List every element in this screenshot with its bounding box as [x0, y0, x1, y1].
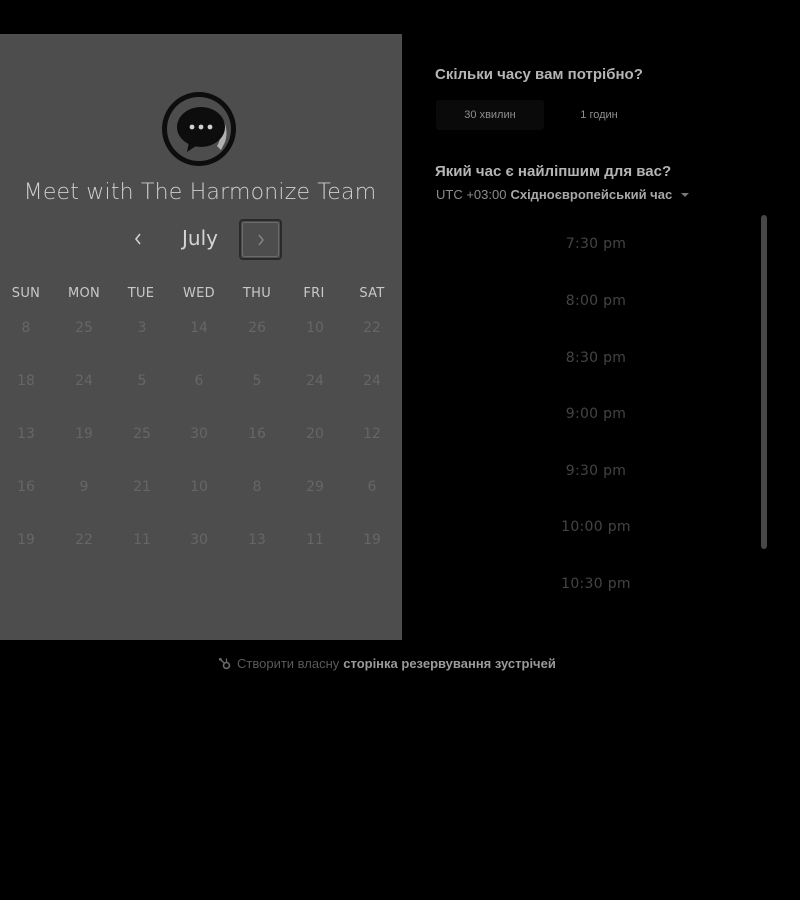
- calendar-day: 25: [75, 320, 93, 336]
- calendar-day: 13: [248, 532, 266, 548]
- calendar-day: 8: [252, 479, 262, 495]
- calendar-day: 11: [306, 532, 324, 548]
- calendar-day: 19: [75, 426, 93, 442]
- calendar-day: 10: [306, 320, 324, 336]
- duration-option-30min[interactable]: 30 хвилин: [436, 100, 544, 130]
- weekday-tue: TUE: [127, 286, 155, 301]
- duration-option-1hour[interactable]: 1 годин: [548, 100, 650, 130]
- meeting-title: Meet with The Harmonize Team: [23, 180, 377, 205]
- time-slot[interactable]: 7:30 pm: [435, 225, 757, 263]
- time-heading: Який час є найліпшим для вас?: [435, 163, 672, 180]
- calendar-panel: Meet with The Harmonize Team July SUN MO…: [0, 34, 402, 640]
- footer-text: Створити власну: [237, 656, 340, 671]
- caret-down-icon: [681, 192, 690, 197]
- calendar-day: 24: [363, 373, 381, 389]
- calendar-day: 24: [75, 373, 93, 389]
- calendar-day: 14: [190, 320, 208, 336]
- time-slot[interactable]: 8:30 pm: [435, 339, 757, 377]
- calendar-day: 13: [17, 426, 35, 442]
- calendar-day: 16: [248, 426, 266, 442]
- previous-month-button[interactable]: [124, 224, 152, 254]
- calendar-day: 21: [133, 479, 151, 495]
- calendar-day: 26: [248, 320, 266, 336]
- weekday-sat: SAT: [359, 286, 385, 301]
- calendar-day: 16: [17, 479, 35, 495]
- calendar-day: 29: [306, 479, 324, 495]
- time-slot[interactable]: 8:00 pm: [435, 282, 757, 320]
- weekday-wed: WED: [183, 286, 215, 301]
- calendar-day: 19: [17, 532, 35, 548]
- calendar-day: 6: [194, 373, 204, 389]
- calendar-day: 25: [133, 426, 151, 442]
- calendar-day: 5: [252, 373, 262, 389]
- calendar-day: 3: [137, 320, 147, 336]
- timezone-name: Східноєвропейський час: [510, 187, 673, 202]
- weekday-header: SUN MON TUE WED THU FRI SAT: [0, 286, 400, 302]
- weekday-mon: MON: [67, 286, 101, 301]
- duration-heading: Скільки часу вам потрібно?: [435, 66, 643, 83]
- footer-link[interactable]: сторінка резервування зустрічей: [343, 656, 556, 671]
- calendar-day: 9: [79, 479, 89, 495]
- calendar-day: 11: [133, 532, 151, 548]
- month-label: July: [182, 226, 218, 250]
- calendar-day: 6: [367, 479, 377, 495]
- calendar-day: 30: [190, 426, 208, 442]
- weekday-sun: SUN: [11, 286, 41, 301]
- timezone-offset: UTC +03:00: [436, 187, 507, 202]
- next-month-button[interactable]: [239, 219, 282, 260]
- weekday-thu: THU: [242, 286, 272, 301]
- time-slot[interactable]: 10:00 pm: [435, 508, 757, 546]
- month-navigation: July: [0, 218, 400, 262]
- footer: Створити власну сторінка резервування зу…: [218, 656, 556, 671]
- calendar-day: 30: [190, 532, 208, 548]
- time-slot[interactable]: 10:30 pm: [435, 565, 757, 603]
- focus-ring: [242, 222, 279, 257]
- calendar-day: 19: [363, 532, 381, 548]
- chevron-left-icon: [134, 233, 141, 245]
- hubspot-sprocket-icon: [218, 657, 231, 669]
- calendar-day: 20: [306, 426, 324, 442]
- calendar-day: 5: [137, 373, 147, 389]
- weekday-fri: FRI: [303, 286, 325, 301]
- calendar-day: 22: [75, 532, 93, 548]
- chat-bubble-logo-icon: [159, 90, 239, 168]
- calendar-day: 8: [21, 320, 31, 336]
- timezone-selector[interactable]: UTC +03:00 Східноєвропейський час: [436, 187, 690, 202]
- calendar-day: 10: [190, 479, 208, 495]
- calendar-day: 24: [306, 373, 324, 389]
- time-slot[interactable]: 9:00 pm: [435, 395, 757, 433]
- calendar-day: 22: [363, 320, 381, 336]
- calendar-day: 12: [363, 426, 381, 442]
- time-slot[interactable]: 9:30 pm: [435, 452, 757, 490]
- time-slot-scrollbar[interactable]: [761, 215, 767, 549]
- calendar-day: 18: [17, 373, 35, 389]
- time-slot-list: 7:30 pm 8:00 pm 8:30 pm 9:00 pm 9:30 pm …: [435, 216, 757, 606]
